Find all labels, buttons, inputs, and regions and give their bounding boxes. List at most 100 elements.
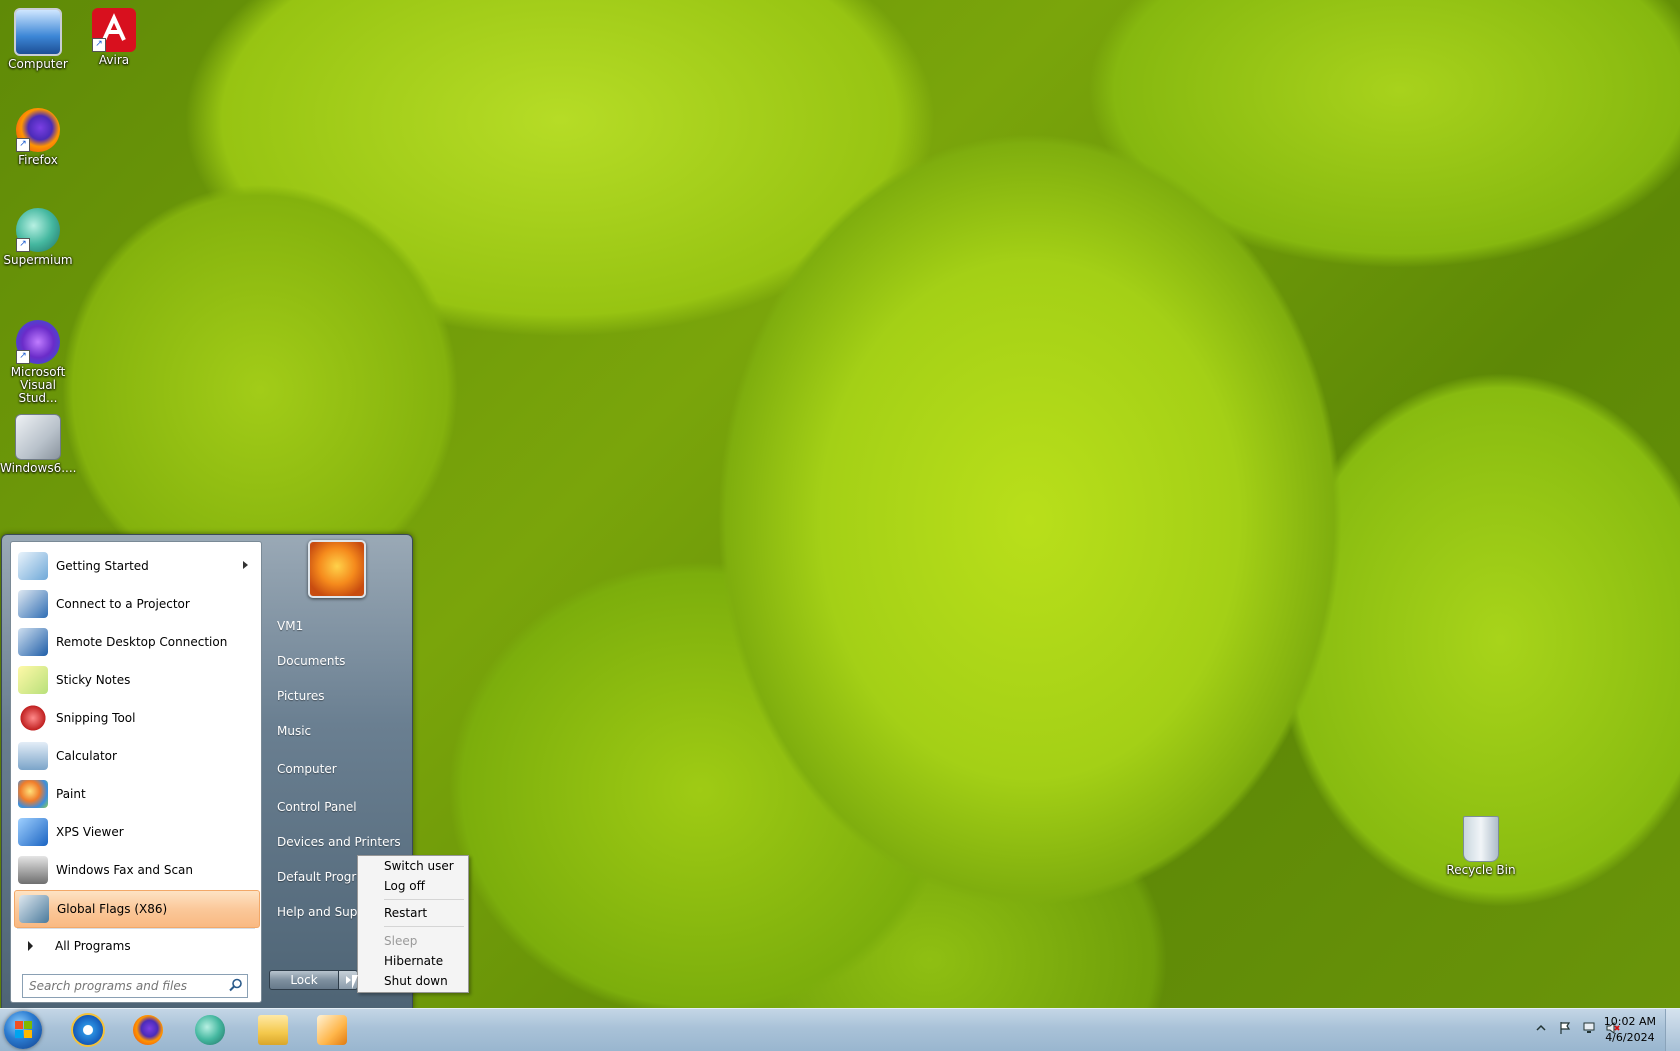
- all-programs-label: All Programs: [55, 939, 131, 953]
- search-box[interactable]: [22, 974, 248, 998]
- menu-item-switch-user[interactable]: Switch user: [384, 859, 454, 873]
- program-label: Sticky Notes: [56, 673, 131, 687]
- menu-separator: [384, 899, 464, 900]
- calculator-icon: [18, 742, 48, 770]
- program-label: Calculator: [56, 749, 117, 763]
- submenu-arrow-icon[interactable]: [243, 561, 248, 569]
- search-icon[interactable]: [229, 978, 243, 992]
- shortcut-arrow-icon: ↗: [16, 350, 30, 364]
- taskbar-media-player[interactable]: [312, 1013, 352, 1047]
- supermium-icon: [195, 1015, 225, 1045]
- program-snipping-tool[interactable]: Snipping Tool: [14, 700, 258, 736]
- global-flags-icon: [19, 895, 49, 923]
- windows-logo-icon-part: [24, 1021, 32, 1029]
- desktop-icon-visual-studio[interactable]: ↗ Microsoft Visual Stud...: [0, 320, 76, 405]
- program-connect-to-projector[interactable]: Connect to a Projector: [14, 586, 258, 622]
- program-sticky-notes[interactable]: Sticky Notes: [14, 662, 258, 698]
- visual-studio-icon: ↗: [16, 320, 60, 364]
- desktop-icon-supermium[interactable]: ↗ Supermium: [0, 208, 76, 267]
- start-menu-programs-pane: Getting Started Connect to a Projector R…: [10, 541, 262, 1003]
- taskbar-supermium[interactable]: [190, 1013, 230, 1047]
- program-xps-viewer[interactable]: XPS Viewer: [14, 814, 258, 850]
- desktop-icon-label: Microsoft Visual Stud...: [10, 365, 66, 405]
- xps-viewer-icon: [18, 818, 48, 846]
- internet-explorer-icon: [71, 1013, 105, 1047]
- link-devices-printers[interactable]: Devices and Printers: [277, 835, 401, 849]
- taskbar-firefox[interactable]: [128, 1013, 168, 1047]
- windows-logo-icon-part: [15, 1030, 23, 1038]
- user-avatar[interactable]: [308, 540, 366, 598]
- program-label: Snipping Tool: [56, 711, 136, 725]
- desktop-icon-label: Windows6....: [0, 461, 77, 475]
- network-icon[interactable]: [1582, 1021, 1596, 1035]
- menu-item-restart[interactable]: Restart: [384, 906, 427, 920]
- link-control-panel[interactable]: Control Panel: [277, 800, 357, 814]
- desktop-icon-firefox[interactable]: ↗ Firefox: [0, 108, 76, 167]
- program-label: Windows Fax and Scan: [56, 863, 194, 877]
- file-explorer-icon: [258, 1015, 288, 1045]
- firefox-icon: ↗: [16, 108, 60, 152]
- desktop-icon-label: Computer: [8, 57, 68, 71]
- media-player-icon: [317, 1015, 347, 1045]
- menu-item-shut-down[interactable]: Shut down: [384, 974, 448, 988]
- fax-scan-icon: [18, 856, 48, 884]
- clock-time: 10:02 AM: [1603, 1015, 1656, 1028]
- taskbar-internet-explorer[interactable]: [68, 1013, 108, 1047]
- desktop-icon-computer[interactable]: Computer: [0, 8, 76, 71]
- link-pictures[interactable]: Pictures: [277, 689, 325, 703]
- power-options-menu: Switch user Log off Restart Sleep Hibern…: [357, 855, 469, 993]
- search-input[interactable]: [23, 975, 221, 997]
- divider: [17, 928, 255, 929]
- firefox-icon: [133, 1015, 163, 1045]
- link-user-folder[interactable]: VM1: [277, 619, 303, 633]
- shortcut-arrow-icon: ↗: [92, 38, 106, 52]
- desktop-icon-avira[interactable]: ↗ Avira: [76, 8, 152, 67]
- taskbar-file-explorer[interactable]: [253, 1013, 293, 1047]
- program-label: Getting Started: [56, 559, 149, 573]
- clock-date: 4/6/2024: [1605, 1031, 1655, 1044]
- program-label: Remote Desktop Connection: [56, 635, 228, 649]
- recycle-bin-icon: [1463, 816, 1499, 862]
- link-computer[interactable]: Computer: [277, 762, 337, 776]
- show-desktop-button[interactable]: [1665, 1009, 1680, 1051]
- program-label: XPS Viewer: [56, 825, 124, 839]
- projector-icon: [18, 590, 48, 618]
- all-programs-button[interactable]: All Programs: [14, 934, 258, 958]
- taskbar: 10:02 AM 4/6/2024: [0, 1008, 1680, 1051]
- supermium-icon: ↗: [16, 208, 60, 252]
- avira-icon: ↗: [92, 8, 136, 52]
- start-menu: Getting Started Connect to a Projector R…: [1, 534, 413, 1010]
- computer-icon: [14, 8, 62, 56]
- program-paint[interactable]: Paint: [14, 776, 258, 812]
- desktop-icon-windows-installer[interactable]: Windows6....: [0, 414, 76, 475]
- program-global-flags[interactable]: Global Flags (X86): [14, 890, 260, 928]
- menu-item-hibernate[interactable]: Hibernate: [384, 954, 443, 968]
- program-label: Connect to a Projector: [56, 597, 190, 611]
- program-getting-started[interactable]: Getting Started: [14, 548, 258, 584]
- show-hidden-icons-icon[interactable]: [1534, 1021, 1548, 1035]
- lock-button[interactable]: Lock: [269, 970, 339, 990]
- menu-item-log-off[interactable]: Log off: [384, 879, 425, 893]
- link-music[interactable]: Music: [277, 724, 311, 738]
- triangle-right-icon: [28, 941, 33, 951]
- mouse-cursor-icon: [352, 975, 364, 989]
- action-center-flag-icon[interactable]: [1558, 1021, 1572, 1035]
- desktop-icon-label: Recycle Bin: [1446, 863, 1516, 877]
- sticky-notes-icon: [18, 666, 48, 694]
- snipping-tool-icon: [18, 704, 48, 732]
- desktop-icon-label: Firefox: [18, 153, 58, 167]
- desktop-icon-label: Avira: [98, 53, 130, 67]
- link-documents[interactable]: Documents: [277, 654, 345, 668]
- program-windows-fax-scan[interactable]: Windows Fax and Scan: [14, 852, 258, 888]
- installer-package-icon: [15, 414, 61, 460]
- getting-started-icon: [18, 552, 48, 580]
- program-label: Paint: [56, 787, 86, 801]
- program-remote-desktop[interactable]: Remote Desktop Connection: [14, 624, 258, 660]
- paint-icon: [18, 780, 48, 808]
- start-button[interactable]: [4, 1011, 42, 1049]
- system-clock[interactable]: 10:02 AM 4/6/2024: [1604, 1014, 1656, 1046]
- program-calculator[interactable]: Calculator: [14, 738, 258, 774]
- windows-logo-icon: [15, 1021, 23, 1029]
- menu-item-sleep: Sleep: [384, 934, 418, 948]
- desktop-icon-recycle-bin[interactable]: Recycle Bin: [1443, 816, 1519, 877]
